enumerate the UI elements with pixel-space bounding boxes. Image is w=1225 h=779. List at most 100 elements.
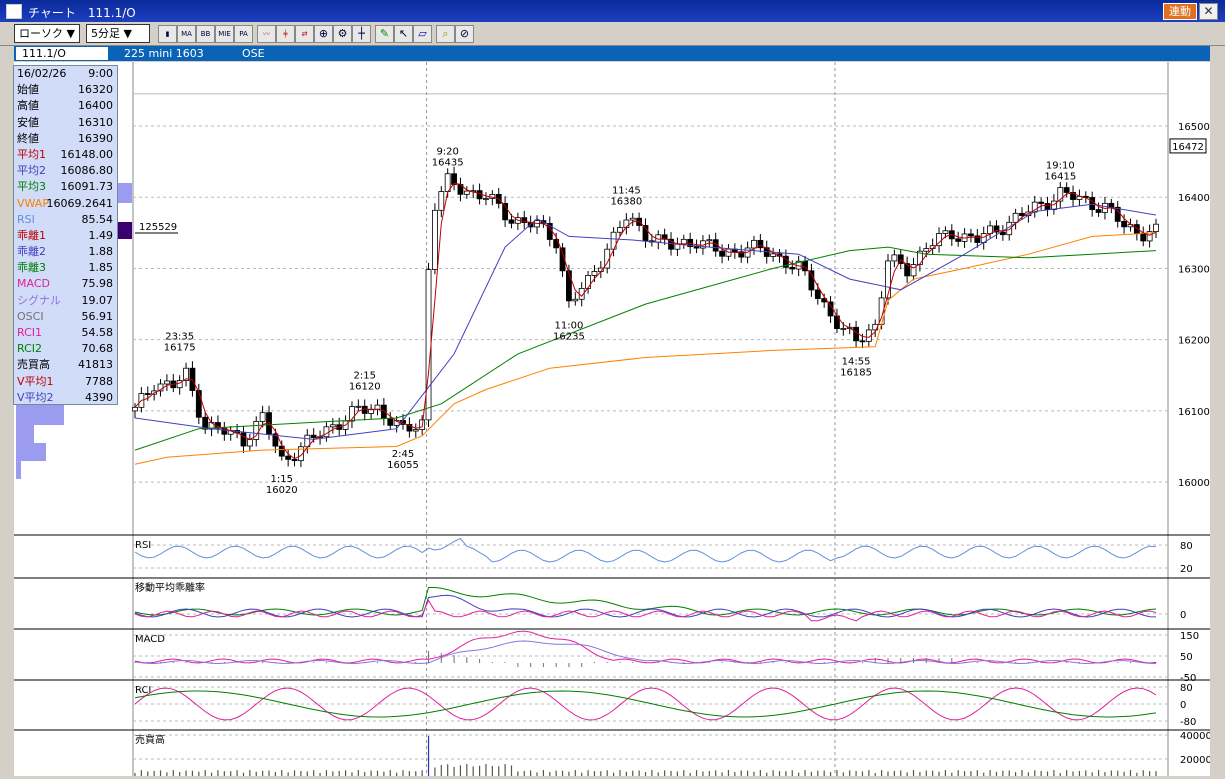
data-panel-row: 売買高 41813 [14, 357, 117, 373]
data-panel-key: 16/02/26 [17, 67, 67, 80]
annotation-time: 1:15 [271, 474, 293, 485]
mie-button[interactable]: MIE [215, 25, 234, 43]
eraser-icon[interactable]: ▱ [413, 25, 432, 43]
macd-line [134, 630, 1157, 664]
candle [483, 198, 489, 200]
data-panel-key: 平均1 [17, 147, 46, 161]
data-panel-value: 54.58 [81, 326, 114, 339]
data-panel-value: 75.98 [81, 277, 114, 291]
candle [285, 455, 292, 460]
data-panel-row: RCI1 54.58 [14, 325, 117, 341]
data-panel-row: 始値 16320 [14, 82, 117, 98]
chart-svg[interactable]: 16000 16100 16200 16300 16400 16500 23:3516175… [14, 62, 1212, 776]
pa-button[interactable]: PA [234, 25, 253, 43]
data-panel-key: 乖離2 [17, 245, 46, 259]
candle [412, 429, 419, 432]
chart-type-select[interactable]: ローソク ▼ [14, 24, 80, 43]
pane-tick-label: 0 [1180, 610, 1186, 621]
data-panel-row: 16/02/26 9:00 [14, 66, 117, 82]
data-panel-key: VWAP [17, 196, 49, 210]
settings-icon[interactable]: ⚙ [333, 25, 352, 43]
interval-select[interactable]: 5分足 ▼ [86, 24, 150, 43]
divergence-line-3 [134, 587, 1157, 616]
y-tick-label: 16500 [1178, 122, 1210, 133]
candle [144, 393, 151, 395]
candle [789, 266, 796, 270]
volume-profile-bar [16, 461, 21, 479]
line-chart-icon[interactable]: 〰 [257, 25, 276, 43]
annotation-time: 9:20 [436, 146, 458, 157]
ma-button[interactable]: MA [177, 25, 196, 43]
candle [751, 239, 757, 249]
volume-profile-label: 125529 [139, 222, 177, 233]
candle [1153, 223, 1159, 232]
volume-profile-current [116, 222, 132, 239]
title-bar: チャート 111.1/O 連動 ✕ [0, 0, 1225, 22]
candle [585, 275, 591, 289]
bar-chart-icon[interactable]: ▮ [158, 25, 177, 43]
candle-icon[interactable]: ╪ [276, 25, 295, 43]
candle [1038, 201, 1045, 204]
zoom-icon[interactable]: ⊕ [314, 25, 333, 43]
data-panel-row: RSI 85.54 [14, 212, 117, 228]
data-panel-value: 16400 [78, 99, 113, 113]
candle [355, 405, 362, 408]
bb-button[interactable]: BB [196, 25, 215, 43]
sync-button[interactable]: 連動 [1163, 3, 1197, 20]
data-panel-key: 乖離3 [17, 261, 46, 275]
candle [840, 328, 847, 330]
volume-profile-bar [16, 403, 64, 425]
candle [591, 271, 598, 276]
data-panel-value: 56.91 [81, 309, 114, 323]
ma3-line [134, 246, 1157, 451]
candle [719, 250, 725, 257]
data-panel-row: 安値 16310 [14, 115, 117, 131]
data-panel-key: 平均2 [17, 164, 46, 178]
candle [291, 458, 298, 462]
y-tick-label: 16200 [1178, 336, 1210, 347]
data-panel-value: 16069.2641 [46, 196, 113, 210]
candle [859, 340, 866, 343]
candle [246, 439, 253, 447]
pane-tick-label: 0 [1180, 700, 1186, 711]
cursor-icon[interactable]: ↖ [394, 25, 413, 43]
volume-profile-bar [16, 425, 34, 443]
clear-icon[interactable]: ⊘ [455, 25, 474, 43]
candle [1063, 187, 1070, 193]
data-panel-key: 安値 [17, 115, 39, 129]
data-panel-row: シグナル 19.07 [14, 293, 117, 309]
crosshair-icon[interactable]: ┼ [352, 25, 371, 43]
volume-profile-bar [16, 443, 46, 461]
data-panel-key: RCI1 [17, 326, 43, 339]
candle [566, 270, 572, 302]
data-panel-row: VWAP 16069.2641 [14, 196, 117, 212]
data-panel-key: 高値 [17, 99, 39, 113]
data-panel-value: 4390 [85, 390, 113, 404]
swap-icon[interactable]: ⇄ [295, 25, 314, 43]
data-panel-row: 平均1 16148.00 [14, 147, 117, 163]
annotation-price: 16235 [553, 332, 585, 343]
data-panel-value: 1.88 [88, 245, 114, 259]
data-panel-value: 9:00 [88, 67, 113, 80]
pane-label: RSI [135, 540, 151, 551]
data-panel-key: RSI [17, 212, 35, 226]
current-price-label: 16472 [1172, 142, 1204, 153]
data-panel-row: MACD 75.98 [14, 276, 117, 292]
candle [629, 217, 636, 221]
pane-tick-label: 80 [1180, 541, 1193, 552]
chart-area[interactable]: 16000 16100 16200 16300 16400 16500 23:35 16175… [14, 62, 1212, 776]
data-panel-value: 16148.00 [60, 147, 114, 161]
product-label: 225 mini 1603 [124, 47, 204, 60]
symbol-field[interactable]: 111.1/O [16, 47, 108, 60]
close-button[interactable]: ✕ [1199, 3, 1218, 20]
signal-line [134, 640, 1157, 665]
data-panel-key: RCI2 [17, 342, 43, 356]
volume-profile-bar [116, 183, 132, 203]
pen-icon[interactable]: ✎ [375, 25, 394, 43]
pane-tick-label: 80 [1180, 683, 1193, 694]
candle [463, 190, 470, 195]
annotation-time: 19:10 [1046, 161, 1075, 172]
data-panel-key: 売買高 [17, 358, 50, 372]
search-icon[interactable]: ⌕ [436, 25, 455, 43]
y-tick-label: 16100 [1178, 407, 1210, 418]
